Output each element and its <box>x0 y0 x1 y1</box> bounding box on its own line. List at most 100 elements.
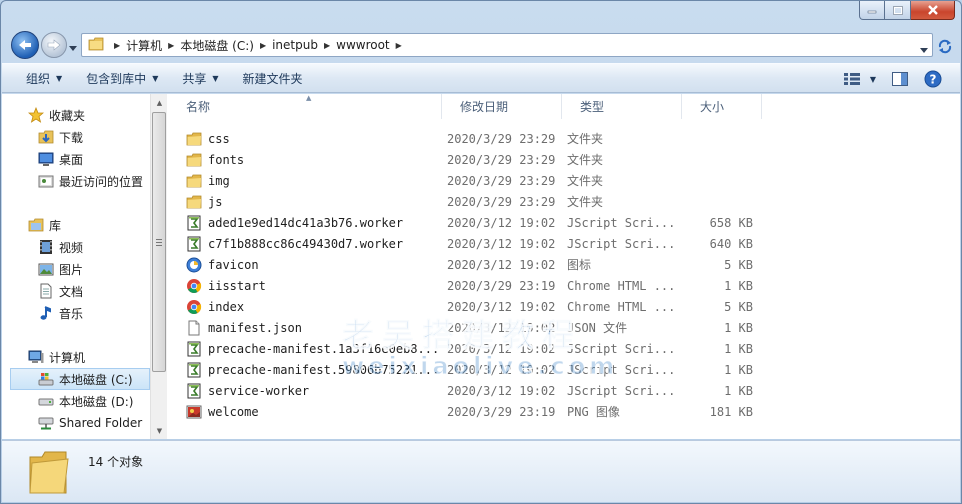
file-name-cell: fonts <box>186 149 446 170</box>
downloads-folder-icon <box>38 129 54 145</box>
forward-button[interactable] <box>41 32 67 58</box>
chrome-icon <box>186 278 202 294</box>
scrollbar-thumb[interactable] <box>152 112 166 372</box>
file-row[interactable]: welcome 2020/3/29 23:19 PNG 图像 181 KB <box>168 401 960 422</box>
chrome-icon <box>186 299 202 315</box>
file-rows: css 2020/3/29 23:29 文件夹 fonts 2020/3/29 23:2… <box>168 128 960 422</box>
file-name: js <box>208 194 223 209</box>
sidebar-item-favorites[interactable]: 收藏夹 <box>2 104 150 126</box>
refresh-button[interactable] <box>935 35 955 57</box>
scroll-down-button[interactable]: ▼ <box>151 422 168 439</box>
command-bar: 组织 ▼ 包含到库中 ▼ 共享 ▼ 新建文件夹 ▼ ? <box>2 63 960 93</box>
sidebar-item-downloads[interactable]: 下载 <box>2 126 150 148</box>
recent-pages-dropdown[interactable] <box>69 40 77 54</box>
breadcrumb-inetpub[interactable]: inetpub ▶ <box>272 34 336 56</box>
file-name: fonts <box>208 152 245 167</box>
sidebar-item-shared-folder[interactable]: Shared Folder <box>2 412 150 434</box>
file-row[interactable]: precache-manifest.1a3f16e0eb8... 2020/3/1… <box>168 338 960 359</box>
breadcrumb-root-arrow[interactable]: ▶ <box>108 34 126 56</box>
network-drive-icon <box>38 415 54 431</box>
jscript-icon <box>186 341 202 357</box>
file-name: welcome <box>208 404 259 419</box>
file-row[interactable]: precache-manifest.59806b75231... 2020/3/1… <box>168 359 960 380</box>
file-name: service-worker <box>208 383 310 398</box>
file-date: 2020/3/12 19:02 <box>447 257 556 272</box>
file-row[interactable]: favicon 2020/3/12 19:02 图标 5 KB <box>168 254 960 275</box>
column-header-size[interactable]: 大小 <box>682 94 762 119</box>
new-folder-button[interactable]: 新建文件夹 <box>231 66 315 90</box>
sidebar-item-drive-d[interactable]: 本地磁盘 (D:) <box>2 390 150 412</box>
minimize-button[interactable] <box>859 1 885 20</box>
video-icon <box>38 239 54 255</box>
file-row[interactable]: manifest.json 2020/3/12 19:02 JSON 文件 1 KB <box>168 317 960 338</box>
file-type: 图标 <box>567 258 592 272</box>
sidebar-item-pictures[interactable]: 图片 <box>2 258 150 280</box>
sidebar-item-computer[interactable]: 计算机 <box>2 346 150 368</box>
share-button[interactable]: 共享 ▼ <box>170 66 230 90</box>
folder-icon <box>186 194 202 210</box>
file-name: precache-manifest.59806b75231... <box>208 362 440 377</box>
file-row[interactable]: iisstart 2020/3/29 23:19 Chrome HTML ... 1 … <box>168 275 960 296</box>
file-row[interactable]: js 2020/3/29 23:29 文件夹 <box>168 191 960 212</box>
maximize-button[interactable] <box>885 1 911 20</box>
sidebar-item-recent[interactable]: 最近访问的位置 <box>2 170 150 192</box>
file-date: 2020/3/12 19:02 <box>447 236 556 251</box>
arrow-left-icon <box>19 40 31 50</box>
breadcrumb-drive-c[interactable]: 本地磁盘 (C:) ▶ <box>180 34 272 56</box>
file-name: precache-manifest.1a3f16e0eb8... <box>208 341 440 356</box>
column-header-name[interactable]: 名称 <box>168 94 442 119</box>
file-name-cell: css <box>186 128 446 149</box>
column-header-type[interactable]: 类型 <box>562 94 682 119</box>
jscript-icon <box>186 383 202 399</box>
organize-button[interactable]: 组织 ▼ <box>14 66 74 90</box>
file-icon <box>186 320 202 336</box>
file-name-cell: service-worker <box>186 380 446 401</box>
file-type: JScript Scri... <box>567 341 676 356</box>
address-bar[interactable]: ▶ 计算机 ▶ 本地磁盘 (C:) ▶ inetpub ▶ wwwroot ▶ <box>81 33 933 57</box>
sidebar-item-music[interactable]: 音乐 <box>2 302 150 324</box>
music-icon <box>38 305 54 321</box>
file-row[interactable]: fonts 2020/3/29 23:29 文件夹 <box>168 149 960 170</box>
back-button[interactable] <box>11 31 39 59</box>
file-name-cell: manifest.json <box>186 317 446 338</box>
breadcrumb-computer[interactable]: 计算机 ▶ <box>126 34 180 56</box>
file-type: JScript Scri... <box>567 236 676 251</box>
file-name-cell: index <box>186 296 446 317</box>
column-header-date[interactable]: 修改日期 <box>442 94 562 119</box>
file-row[interactable]: index 2020/3/12 19:02 Chrome HTML ... 5 KB <box>168 296 960 317</box>
help-button[interactable]: ? <box>920 67 946 91</box>
close-button[interactable] <box>911 1 955 20</box>
address-history-dropdown[interactable] <box>920 42 928 56</box>
folder-icon <box>88 37 104 54</box>
file-row[interactable]: aded1e9ed14dc41a3b76.worker 2020/3/12 19:… <box>168 212 960 233</box>
chevron-down-icon: ▼ <box>869 74 876 84</box>
preview-pane-button[interactable] <box>888 67 912 91</box>
sidebar-item-videos[interactable]: 视频 <box>2 236 150 258</box>
include-in-library-button[interactable]: 包含到库中 ▼ <box>74 66 170 90</box>
view-options-button[interactable]: ▼ <box>840 67 880 91</box>
svg-text:?: ? <box>930 73 937 87</box>
file-type: Chrome HTML ... <box>567 299 676 314</box>
computer-icon <box>28 349 44 365</box>
navigation-scrollbar[interactable]: ▲ ▼ <box>150 94 167 439</box>
scroll-up-button[interactable]: ▲ <box>151 94 168 111</box>
file-date: 2020/3/12 19:02 <box>447 362 556 377</box>
navigation-pane: 收藏夹 下载 桌面 最近访问的位置 库 视频 图片 文档 音乐 计算机 本地磁盘… <box>2 94 150 439</box>
sidebar-item-libraries[interactable]: 库 <box>2 214 150 236</box>
sidebar-item-documents[interactable]: 文档 <box>2 280 150 302</box>
file-name: favicon <box>208 257 259 272</box>
file-row[interactable]: css 2020/3/29 23:29 文件夹 <box>168 128 960 149</box>
breadcrumb-wwwroot[interactable]: wwwroot ▶ <box>336 34 408 56</box>
file-name-cell: favicon <box>186 254 446 275</box>
file-size: 1 KB <box>724 383 753 398</box>
file-row[interactable]: service-worker 2020/3/12 19:02 JScript Scr… <box>168 380 960 401</box>
file-row[interactable]: img 2020/3/29 23:29 文件夹 <box>168 170 960 191</box>
drive-icon <box>38 393 54 409</box>
folder-icon <box>26 449 70 498</box>
toolbar-right: ▼ ? <box>840 67 946 91</box>
file-row[interactable]: c7f1b888cc86c49430d7.worker 2020/3/12 19:… <box>168 233 960 254</box>
view-details-icon <box>843 73 860 85</box>
file-size: 1 KB <box>724 341 753 356</box>
sidebar-item-drive-c[interactable]: 本地磁盘 (C:) <box>10 368 150 390</box>
sidebar-item-desktop[interactable]: 桌面 <box>2 148 150 170</box>
